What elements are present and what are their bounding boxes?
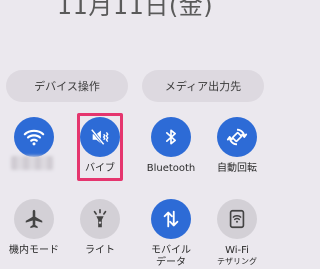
tile-vibrate[interactable]: バイブ (72, 117, 128, 175)
vibrate-icon (90, 128, 109, 146)
auto-rotate-icon (226, 128, 248, 146)
bluetooth-label: Bluetooth (146, 163, 196, 174)
bluetooth-toggle[interactable] (151, 117, 191, 157)
tile-mobile-data[interactable]: モバイル データ (143, 199, 199, 269)
flashlight-label: ライト (85, 245, 115, 256)
tile-auto-rotate[interactable]: 自動回転 (209, 117, 265, 175)
date-header: 11月11日(金) (56, 0, 214, 20)
wifi-calling-toggle[interactable] (217, 199, 257, 239)
wifi-toggle[interactable] (14, 117, 54, 157)
airplane-label: 機内モード (9, 245, 59, 256)
vibrate-label: バイブ (85, 163, 115, 174)
wifi-calling-label: Wi-Fi テザリング (217, 245, 257, 267)
auto-rotate-toggle[interactable] (217, 117, 257, 157)
wifi-calling-label-line1: Wi-Fi (225, 245, 249, 256)
tile-airplane[interactable]: 機内モード (6, 199, 62, 257)
airplane-toggle[interactable] (14, 199, 54, 239)
mobile-data-icon (163, 210, 179, 228)
mobile-data-label-line1: モバイル (151, 245, 191, 256)
wifi-network-name-redacted (11, 156, 53, 170)
mobile-data-label: モバイル データ (151, 245, 191, 269)
tile-wifi-calling[interactable]: Wi-Fi テザリング (209, 199, 265, 267)
vibrate-toggle[interactable] (80, 117, 120, 157)
wifi-calling-icon (229, 209, 245, 229)
bluetooth-icon (166, 129, 176, 145)
tile-bluetooth[interactable]: Bluetooth (143, 117, 199, 175)
tile-flashlight[interactable]: ライト (72, 199, 128, 257)
flashlight-icon (93, 209, 107, 228)
media-output-button[interactable]: メディア出力先 (142, 70, 264, 102)
wifi-calling-label-line2: テザリング (217, 257, 257, 266)
flashlight-toggle[interactable] (80, 199, 120, 239)
mobile-data-toggle[interactable] (151, 199, 191, 239)
auto-rotate-label: 自動回転 (217, 163, 257, 174)
device-control-button[interactable]: デバイス操作 (6, 70, 128, 102)
mobile-data-label-line2: データ (156, 257, 186, 268)
wifi-icon (23, 129, 45, 146)
airplane-icon (25, 209, 43, 229)
